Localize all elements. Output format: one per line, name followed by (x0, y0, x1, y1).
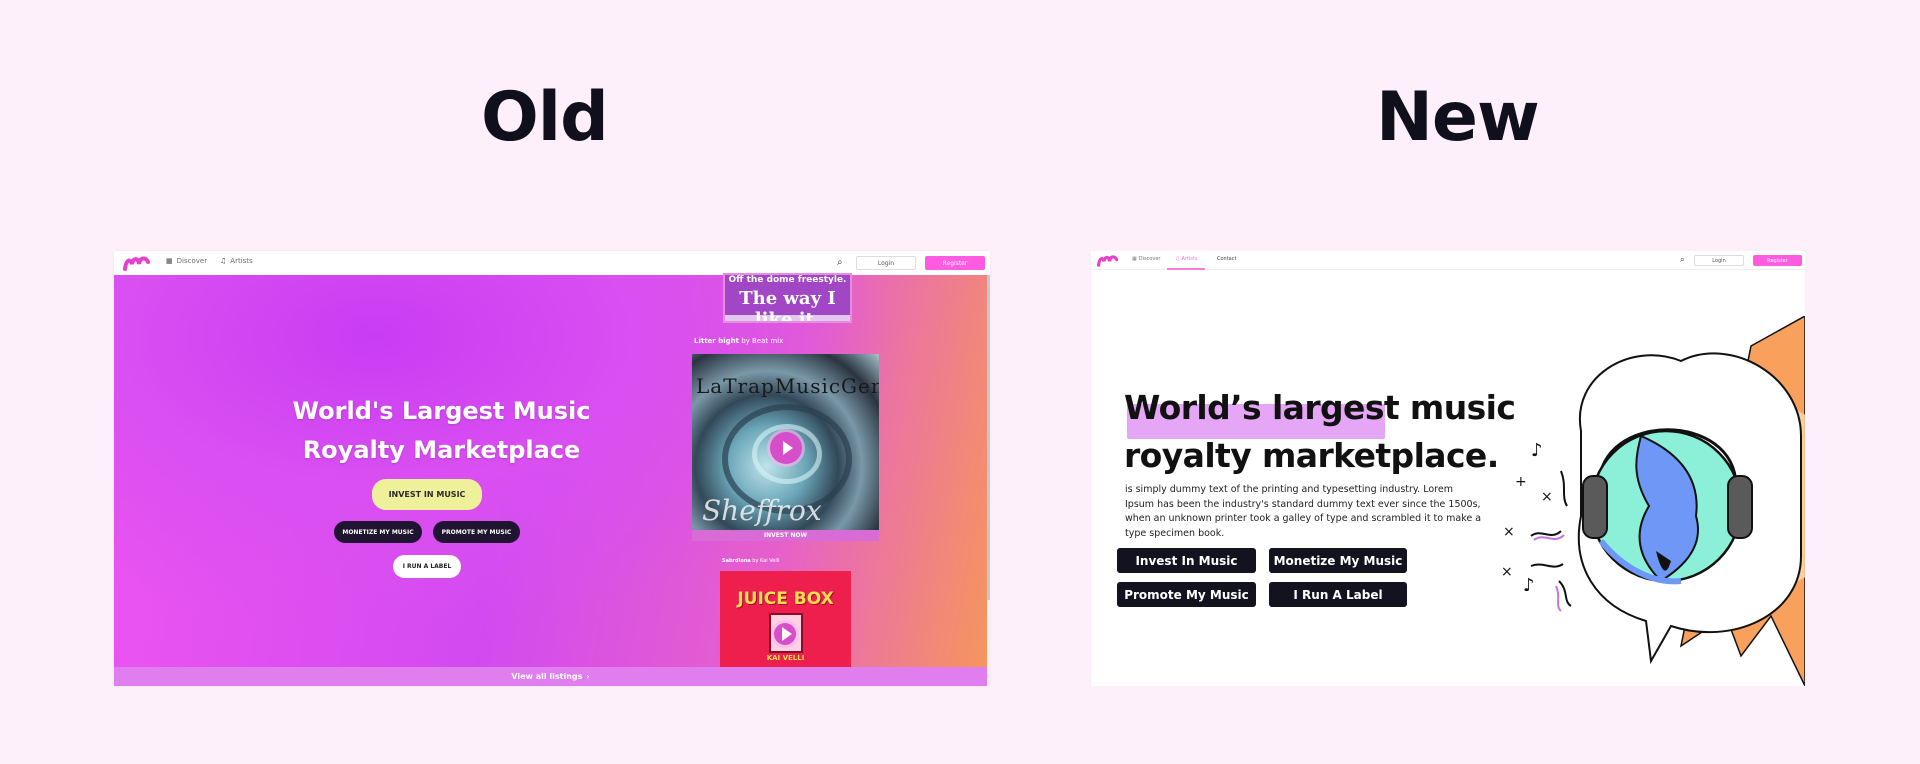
scrollbar[interactable] (987, 275, 990, 686)
logo-icon[interactable] (1097, 254, 1119, 267)
listing-card-main[interactable]: LaTrapMusicGeneration Sheffrox (692, 354, 879, 541)
nav-contact[interactable]: Contact (1217, 256, 1236, 262)
nav-artists-label: Artists (1181, 256, 1198, 262)
nav-artists[interactable]: ♫ Artists (1175, 256, 1197, 262)
register-button[interactable]: Register (1753, 255, 1802, 266)
new-hero-title: World’s largest music royalty marketplac… (1124, 384, 1516, 480)
invest-in-music-button[interactable]: Invest In Music (1117, 548, 1256, 573)
login-button[interactable]: Login (1694, 255, 1744, 266)
login-button[interactable]: Login (856, 256, 916, 270)
old-hero: World's Largest Music Royalty Marketplac… (114, 273, 987, 686)
old-title-line2: Royalty Marketplace (302, 436, 581, 464)
nav-discover-label: Discover (176, 257, 208, 265)
svg-text:×: × (1501, 564, 1513, 580)
artists-icon: ♫ (1175, 256, 1180, 262)
logo-icon[interactable] (123, 255, 151, 271)
invest-in-music-button[interactable]: INVEST IN MUSIC (372, 479, 482, 510)
main-card-artist: by Beat mix (741, 337, 784, 345)
svg-text:×: × (1541, 489, 1553, 505)
old-hero-title: World's Largest Music Royalty Marketplac… (284, 392, 599, 470)
svg-text:♪: ♪ (1531, 440, 1543, 461)
main-card-art-text2: Sheffrox (702, 494, 822, 527)
old-navbar: ▦ Discover ♫ Artists ⌕ Login Register (114, 251, 990, 275)
listing-card-juice[interactable]: JUICE BOX KAI VELLI (720, 571, 851, 671)
svg-text:×: × (1503, 524, 1515, 540)
promote-my-music-button[interactable]: Promote My Music (1117, 582, 1256, 607)
new-title-line2: royalty marketplace. (1124, 436, 1499, 475)
nav-discover-label: Discover (1138, 256, 1161, 262)
active-tab-indicator (1167, 268, 1205, 270)
i-run-a-label-button[interactable]: I RUN A LABEL (393, 555, 461, 578)
nav-contact-label: Contact (1217, 256, 1237, 262)
monetize-my-music-button[interactable]: Monetize My Music (1269, 548, 1407, 573)
search-icon[interactable]: ⌕ (837, 257, 843, 268)
top-card-line1: Off the dome freestyle. (728, 275, 847, 285)
old-title-line1: World's Largest Music (292, 397, 591, 425)
play-icon[interactable] (770, 432, 802, 464)
new-heading: New (1376, 78, 1540, 157)
old-screenshot: ▦ Discover ♫ Artists ⌕ Login Register Wo… (114, 251, 990, 686)
search-icon[interactable]: ⌕ (1680, 255, 1684, 265)
nav-discover[interactable]: ▦ Discover (166, 257, 207, 265)
view-all-label: View all listings (511, 672, 583, 681)
register-button[interactable]: Register (925, 256, 985, 270)
play-icon[interactable] (774, 623, 796, 645)
grid-icon: ▦ (1132, 256, 1137, 262)
new-screenshot: ▦ Discover ♫ Artists Contact ⌕ Login Reg… (1091, 251, 1805, 686)
top-card-strip (725, 315, 850, 321)
juice-card-art-title: JUICE BOX (737, 589, 834, 609)
invest-now-button[interactable]: INVEST NOW (692, 530, 879, 541)
third-card-caption: Sabrdlona by Kai Velli (722, 558, 780, 564)
juice-card-art-subtitle: KAI VELLI (766, 654, 805, 662)
main-card-caption: Litter bight by Beat mix (694, 337, 783, 345)
artists-icon: ♫ (220, 257, 227, 265)
chevron-right-icon: › (586, 672, 590, 681)
svg-text:+: + (1515, 474, 1527, 490)
i-run-a-label-button[interactable]: I Run A Label (1269, 582, 1407, 607)
new-navbar: ▦ Discover ♫ Artists Contact ⌕ Login Reg… (1091, 251, 1805, 270)
promote-my-music-button[interactable]: PROMOTE MY MUSIC (433, 521, 520, 543)
third-card-artist: by Kai Velli (752, 558, 780, 564)
listing-card-top[interactable]: Off the dome freestyle. The way I like i… (723, 273, 852, 323)
globe-headphones-illustration: ♪ + × × × ♪ (1501, 316, 1805, 686)
nav-discover[interactable]: ▦ Discover (1132, 256, 1160, 262)
monetize-my-music-button[interactable]: MONETIZE MY MUSIC (334, 521, 422, 543)
view-all-listings-bar[interactable]: View all listings › (114, 667, 987, 686)
third-card-title: Sabrdlona (722, 558, 751, 564)
new-hero-description: is simply dummy text of the printing and… (1125, 484, 1482, 539)
main-card-art-text: LaTrapMusicGeneration (696, 374, 879, 398)
nav-artists-label: Artists (230, 257, 253, 265)
main-card-title: Litter bight (694, 337, 739, 345)
scrollbar-thumb[interactable] (987, 275, 990, 600)
nav-artists[interactable]: ♫ Artists (220, 257, 253, 265)
old-heading: Old (481, 78, 609, 157)
new-title-line1: World’s largest music (1124, 388, 1516, 427)
grid-icon: ▦ (166, 257, 173, 265)
svg-text:♪: ♪ (1523, 575, 1535, 596)
